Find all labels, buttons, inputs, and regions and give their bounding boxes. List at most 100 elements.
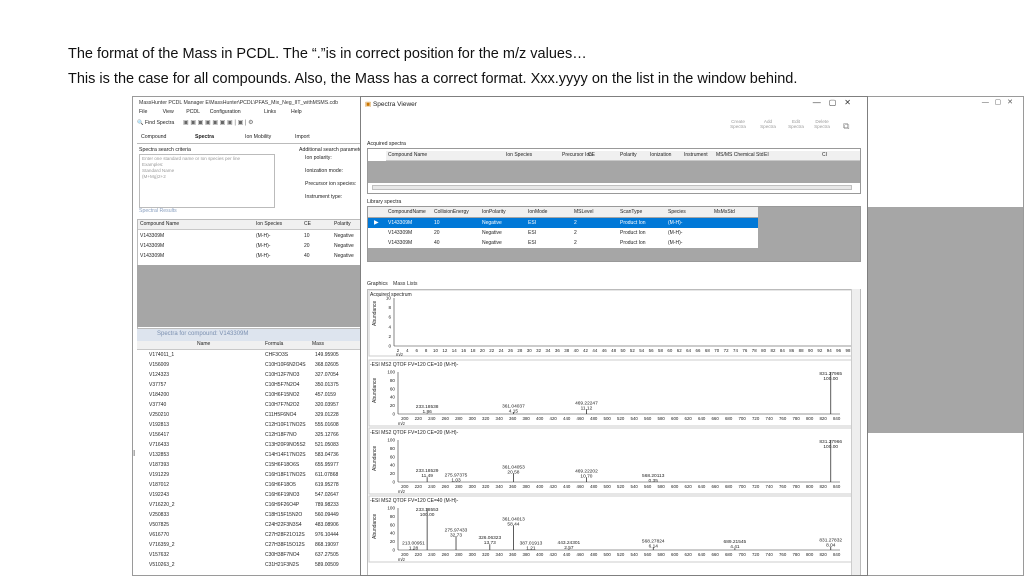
list-col-header[interactable]: Mass — [312, 341, 324, 347]
acquired-col-header[interactable]: EI — [764, 152, 769, 158]
spectrum-xtick: 560 — [644, 416, 652, 421]
menu-item-configuration[interactable]: Configuration — [210, 109, 241, 115]
spectrum-xlabel: m/z — [398, 421, 405, 426]
tab-compound[interactable]: Compound — [141, 134, 166, 140]
acquired-col-header[interactable]: Instrument — [684, 152, 708, 158]
acquired-xtick: 24 — [499, 348, 504, 353]
copy-icon[interactable]: ⧉ — [843, 121, 849, 132]
library-col-header[interactable]: CompoundName — [388, 209, 426, 215]
library-col-header[interactable]: Species — [668, 209, 686, 215]
acquired-col-header[interactable]: Ion Species — [506, 152, 532, 158]
acquired-col-header[interactable]: Polarity — [620, 152, 637, 158]
results-col-header[interactable]: CE — [304, 221, 311, 227]
acquired-col-header[interactable]: Ionization — [650, 152, 671, 158]
list-item[interactable]: V132853 C14H14F17NO2S 583.04736 — [137, 451, 361, 460]
spectrum-xtick: 400 — [536, 416, 544, 421]
table-row[interactable]: V143309M (M-H)- 20 Negative — [138, 242, 362, 251]
results-col-header[interactable]: Ion Species — [256, 221, 282, 227]
results-col-header[interactable]: Polarity — [334, 221, 351, 227]
viewer-window-controls[interactable]: —▢✕ — [813, 98, 859, 107]
list-item[interactable]: V184200 C10H6F15NO2 457.0159 — [137, 391, 361, 400]
library-col-header[interactable]: MSLevel — [574, 209, 593, 215]
acquired-col-header[interactable]: CE — [588, 152, 595, 158]
list-item[interactable]: V187012 C16H6F18O5 619.95278 — [137, 481, 361, 490]
list-item[interactable]: V192243 C16H6F19NO3 547.02647 — [137, 491, 361, 500]
acquired-xtick: 70 — [714, 348, 719, 353]
list-col-header[interactable]: Name — [197, 341, 210, 347]
list-item[interactable]: V716433 C13H20F9NO5S2 521.05083 — [137, 441, 361, 450]
library-col-header[interactable]: CollisionEnergy — [434, 209, 469, 215]
list-item[interactable]: V174011_1 CHF3O3S 149.95905 — [137, 351, 361, 360]
acquired-ytick: 10 — [386, 296, 392, 301]
list-item[interactable]: V616770 C27H28F21O12S 976.10444 — [137, 531, 361, 540]
acquired-xtick: 56 — [649, 348, 654, 353]
library-header: CompoundName CollisionEnergy IonPolarity Io… — [368, 207, 758, 217]
list-col-header[interactable]: Formula — [265, 341, 283, 347]
list-item[interactable]: V37757 C10H5F7N2O4 350.01375 — [137, 381, 361, 390]
spectrum-xtick: 680 — [725, 416, 733, 421]
list-item[interactable]: V156417 C12H18F7NO 325.12766 — [137, 431, 361, 440]
library-row[interactable]: V143309M 20 Negative ESI 2 Product Ion (M-H)- — [368, 228, 758, 238]
toolbar-label: Spectra — [730, 124, 746, 129]
library-col-header[interactable]: IonPolarity — [482, 209, 506, 215]
list-item[interactable]: V716220_2 C16H9F26O4P 789.98233 — [137, 501, 361, 510]
menu-item-view[interactable]: View — [163, 109, 174, 115]
library-col-header[interactable]: ScanType — [620, 209, 642, 215]
spectrum-ytick: 60 — [390, 386, 396, 391]
toolbar-edit-spectra-button[interactable]: Edit Spectra — [783, 119, 809, 129]
spectrum-xtick: 620 — [685, 484, 693, 489]
acquired-scrollbar[interactable] — [372, 185, 852, 190]
list-item[interactable]: V124323 C10H12F7NO3 327.07054 — [137, 371, 361, 380]
spectrum-xtick: 760 — [779, 552, 787, 557]
list-item[interactable]: V250833 C18H15F15N2O 560.09449 — [137, 511, 361, 520]
list-item[interactable]: V37740 C10H7F7N2O2 320.03957 — [137, 401, 361, 410]
list-item[interactable]: V250210 C11H5F6NO4 329.01228 — [137, 411, 361, 420]
find-spectra-button[interactable]: 🔍 Find Spectra — [137, 120, 174, 126]
acquired-col-header[interactable]: Compound Name — [388, 152, 427, 158]
acquired-col-header[interactable]: MS/MS Chemical Std — [716, 152, 764, 158]
toolbar-add-spectra-button[interactable]: Add Spectra — [755, 119, 781, 129]
toolbar-delete-spectra-button[interactable]: Delete Spectra — [809, 119, 835, 129]
acquired-table: Compound Name Ion Species Precursor Ion CE P… — [367, 148, 861, 194]
table-row[interactable]: V143309M (M-H)- 10 Negative — [138, 232, 362, 241]
peak-abundance-label: 58.44 — [507, 521, 519, 527]
tab-mass-lists[interactable]: Mass Lists — [393, 281, 418, 287]
results-col-header[interactable]: Compound Name — [140, 221, 179, 227]
spectrum-xtick: 500 — [604, 552, 612, 557]
spectrum-xtick: 780 — [792, 484, 800, 489]
library-col-header[interactable]: IonMode — [528, 209, 547, 215]
list-item[interactable]: V716359_2 C27H38F15O12S 868.19097 — [137, 541, 361, 550]
list-item[interactable]: V156009 C10H10F6N2O4S 368.02605 — [137, 361, 361, 370]
list-cell: C15H6F18O6S — [265, 462, 300, 468]
tab-ion-mobility[interactable]: Ion Mobility — [245, 134, 271, 140]
spectrum-xtick: 460 — [577, 552, 585, 557]
library-row[interactable]: ▶ V143309M 10 Negative ESI 2 Product Ion (M-H)- — [368, 218, 758, 228]
list-cell: 149.95905 — [315, 352, 339, 358]
list-item[interactable]: V510263_2 C31H21F3N2S 589.00509 — [137, 561, 361, 570]
menu-item-help[interactable]: Help — [291, 109, 302, 115]
acquired-xtick: 16 — [461, 348, 466, 353]
criteria-textbox[interactable]: Enter one standard name or Ion species p… — [139, 154, 275, 208]
graphics-scrollbar[interactable] — [851, 289, 860, 575]
list-item[interactable]: V191229 C16H18F17NO2S 611.07868 — [137, 471, 361, 480]
tab-import[interactable]: Import — [295, 134, 310, 140]
menu-item-pcdl[interactable]: PCDL — [186, 109, 200, 115]
library-row[interactable]: V143309M 40 Negative ESI 2 Product Ion (M-H)- — [368, 238, 758, 248]
toolbar-create-spectra-button[interactable]: Create Spectra — [725, 119, 751, 129]
library-col-header[interactable]: MsMsStd — [714, 209, 735, 215]
list-item[interactable]: V187393 C15H6F18O6S 655.95977 — [137, 461, 361, 470]
tab-graphics[interactable]: Graphics — [367, 281, 388, 287]
table-row[interactable]: V143309M (M-H)- 40 Negative — [138, 252, 362, 261]
toolbar-icons[interactable]: ▣ ▣ ▣ ▣ ▣ ▣ ▣ | ▣ | ⚙ — [183, 119, 254, 126]
acquired-xtick: 78 — [752, 348, 757, 353]
menu-item-file[interactable]: File — [139, 109, 147, 115]
tab-spectra[interactable]: Spectra — [195, 134, 214, 140]
acquired-col-header[interactable]: CI — [822, 152, 827, 158]
list-item[interactable]: V157632 C30H38F7NO4 637.27505 — [137, 551, 361, 560]
spectrum-xtick: 680 — [725, 552, 733, 557]
menu-item-links[interactable]: Links — [264, 109, 276, 115]
spectrum-xtick: 700 — [738, 416, 746, 421]
spectrum-xtick: 840 — [833, 416, 841, 421]
list-item[interactable]: V192813 C12H10F17NO2S 555.01608 — [137, 421, 361, 430]
list-item[interactable]: V507825 C24H22F3N3S4 483.08906 — [137, 521, 361, 530]
